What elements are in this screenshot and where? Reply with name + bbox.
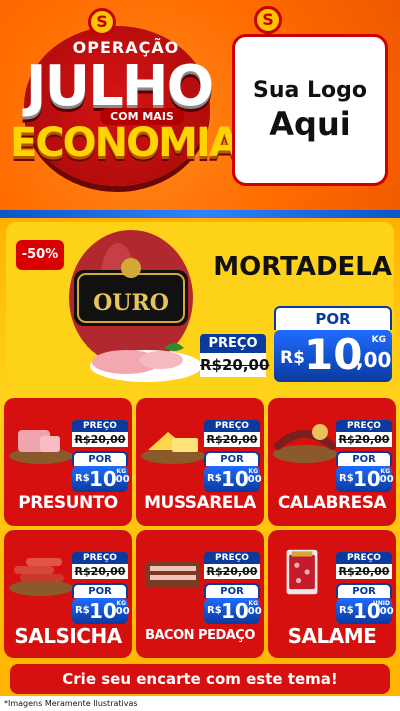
price-unit: KG — [116, 600, 126, 607]
product-name: CALABRESA — [277, 493, 387, 513]
old-price-value: R$20,00 — [204, 564, 260, 579]
old-price-label: PREÇO — [72, 552, 128, 564]
salsicha-image — [9, 558, 73, 596]
price-unit: KG — [116, 468, 126, 475]
old-price-label: PREÇO — [336, 420, 392, 432]
old-price-label: PREÇO — [336, 552, 392, 564]
currency-symbol: R$ — [339, 605, 354, 616]
old-price-label: PREÇO — [200, 334, 266, 353]
price-unit: KG — [371, 335, 386, 345]
product-card[interactable]: PREÇO R$20,00 POR R$ 10 ,00 KG SALSICHA — [4, 530, 132, 658]
old-price-label: PREÇO — [204, 420, 260, 432]
bacon-image — [146, 562, 200, 588]
hero-price-block: PREÇO R$20,00 POR R$ 10 ,00 KG — [200, 306, 392, 386]
header: S OPERAÇÃO JULHO COM MAIS ECONOMIA S Sua… — [0, 0, 400, 212]
old-price-label: PREÇO — [204, 552, 260, 564]
price-decimal: ,00 — [112, 474, 130, 485]
price-unit: UNID — [372, 600, 390, 607]
price-integer: 10 — [304, 330, 363, 379]
product-card[interactable]: PREÇO R$20,00 POR R$ 10 ,00 KG BACON PED… — [136, 530, 264, 658]
card-price-block: PREÇO R$20,00 POR R$ 10 ,00 KG — [204, 552, 262, 624]
price-decimal: ,00 — [376, 474, 394, 485]
new-price-label: POR — [72, 451, 128, 466]
product-card[interactable]: PREÇO R$20,00 POR R$ 10 ,00 KG PRESUNTO — [4, 398, 132, 526]
price-decimal: ,00 — [112, 606, 130, 617]
price-decimal: ,00 — [244, 474, 262, 485]
old-price-value: R$20,00 — [200, 353, 269, 377]
product-card[interactable]: PREÇO R$20,00 POR R$ 10 ,00 KG CALABRESA — [268, 398, 396, 526]
new-price-value: R$ 10 ,00 KG — [204, 598, 262, 624]
logo-s-badge-icon: S — [254, 6, 282, 34]
logo-placeholder[interactable]: Sua Logo Aqui — [232, 34, 388, 186]
new-price-value: R$ 10 ,00 UNID — [336, 598, 394, 624]
card-price-block: PREÇO R$20,00 POR R$ 10 ,00 KG — [72, 552, 130, 624]
logo-line2: Aqui — [269, 104, 351, 143]
price-decimal: ,00 — [244, 606, 262, 617]
hero-old-price: PREÇO R$20,00 — [200, 334, 269, 377]
currency-symbol: R$ — [207, 473, 222, 484]
package-brand-text: OURO — [93, 290, 169, 316]
price-unit: KG — [248, 468, 258, 475]
create-flyer-button[interactable]: Crie seu encarte com este tema! — [10, 664, 390, 694]
new-price-value: R$ 10 ,00 KG — [72, 598, 130, 624]
hero-product-name: MORTADELA — [213, 252, 392, 282]
product-name: BACON PEDAÇO — [145, 628, 255, 643]
card-price-block: PREÇO R$20,00 POR R$ 10 ,00 UNID — [336, 552, 394, 624]
currency-symbol: R$ — [339, 473, 354, 484]
old-price-value: R$20,00 — [336, 432, 392, 447]
currency-symbol: R$ — [75, 605, 90, 616]
old-price-value: R$20,00 — [204, 432, 260, 447]
operacao-julho-brand: S OPERAÇÃO JULHO COM MAIS ECONOMIA — [6, 8, 240, 198]
new-price-label: POR — [204, 451, 260, 466]
hero-offer[interactable]: OURO -50% MORTADELA PREÇO R$20,00 POR R$… — [6, 222, 394, 394]
hero-new-price: POR R$ 10 ,00 KG — [274, 306, 392, 382]
price-decimal: ,00 — [376, 606, 394, 617]
price-unit: KG — [248, 600, 258, 607]
calabresa-image — [273, 424, 337, 463]
old-price-label: PREÇO — [72, 420, 128, 432]
new-price-label: POR — [336, 583, 392, 598]
product-card[interactable]: PREÇO R$20,00 POR R$ 10 ,00 UNID SALAME — [268, 530, 396, 658]
product-name: PRESUNTO — [18, 493, 118, 513]
price-unit: KG — [380, 468, 390, 475]
old-price-value: R$20,00 — [336, 564, 392, 579]
mussarela-image — [141, 432, 205, 464]
old-price-value: R$20,00 — [72, 564, 128, 579]
flyer-page: S OPERAÇÃO JULHO COM MAIS ECONOMIA S Sua… — [0, 0, 400, 711]
discount-badge: -50% — [16, 240, 64, 270]
currency-symbol: R$ — [280, 348, 305, 368]
product-name: MUSSARELA — [144, 493, 256, 513]
brand-bottom-text: ECONOMIA — [10, 120, 240, 166]
card-price-block: PREÇO R$20,00 POR R$ 10 ,00 KG — [204, 420, 262, 492]
old-price-value: R$20,00 — [72, 432, 128, 447]
new-price-value: R$ 10 ,00 KG — [72, 466, 130, 492]
new-price-label: POR — [336, 451, 392, 466]
new-price-label: POR — [204, 583, 260, 598]
price-decimal: ,00 — [356, 348, 392, 372]
product-name: SALAME — [287, 624, 377, 648]
new-price-value: R$ 10 ,00 KG — [204, 466, 262, 492]
brand-s-badge-icon: S — [88, 8, 116, 36]
presunto-image — [9, 430, 73, 464]
product-name: SALSICHA — [14, 624, 122, 648]
product-card[interactable]: PREÇO R$20,00 POR R$ 10 ,00 KG MUSSARELA — [136, 398, 264, 526]
new-price-value: R$ 10 ,00 KG — [274, 330, 392, 382]
currency-symbol: R$ — [75, 473, 90, 484]
logo-line1: Sua Logo — [252, 77, 367, 103]
mortadela-image: OURO — [69, 230, 202, 382]
card-price-block: PREÇO R$20,00 POR R$ 10 ,00 KG — [72, 420, 130, 492]
new-price-label: POR — [274, 306, 392, 330]
header-divider — [0, 210, 400, 218]
salame-image — [286, 549, 318, 595]
new-price-value: R$ 10 ,00 KG — [336, 466, 394, 492]
new-price-label: POR — [72, 583, 128, 598]
footer-disclaimer: *Imagens Meramente Ilustrativas — [0, 696, 400, 711]
currency-symbol: R$ — [207, 605, 222, 616]
card-price-block: PREÇO R$20,00 POR R$ 10 ,00 KG — [336, 420, 394, 492]
